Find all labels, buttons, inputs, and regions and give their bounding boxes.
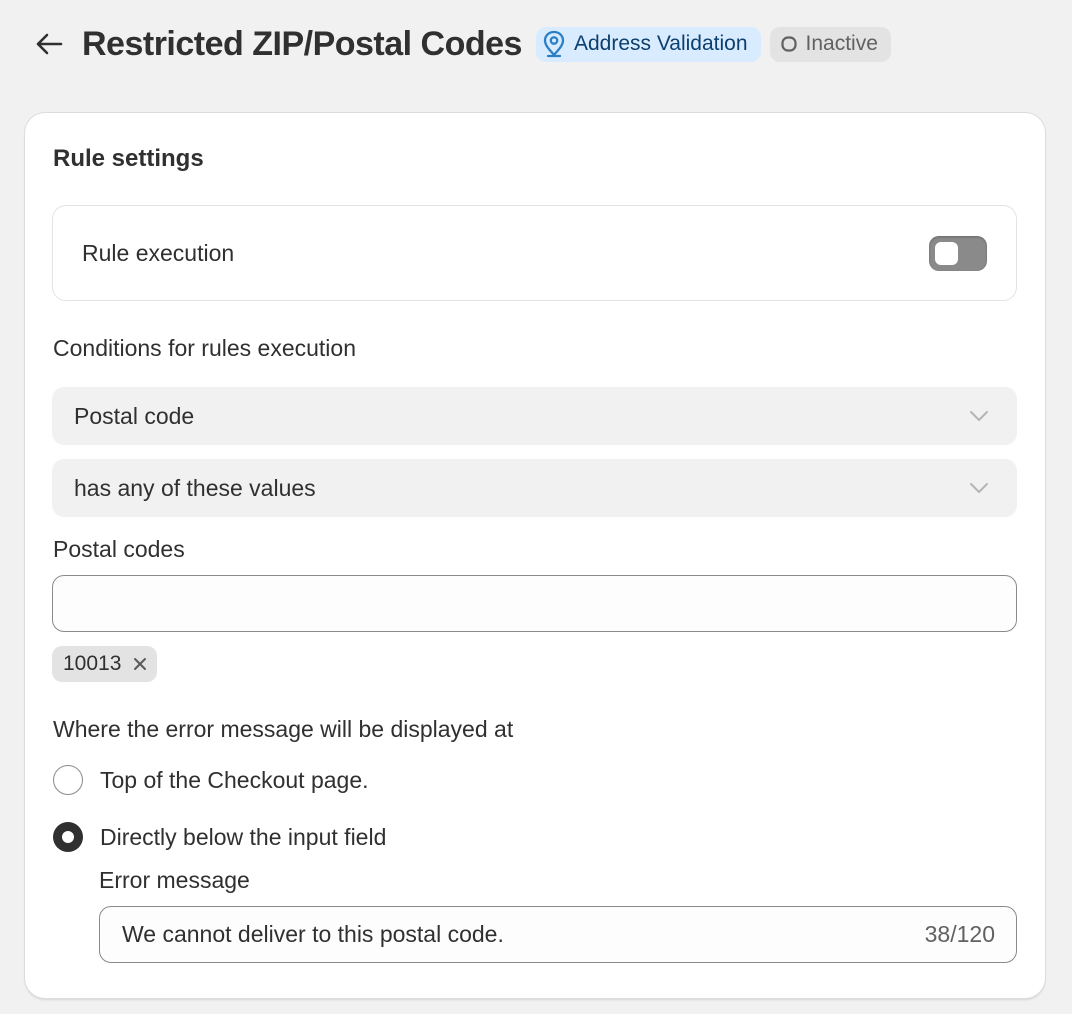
toggle-knob: [935, 241, 958, 265]
rule-execution-toggle[interactable]: [929, 235, 987, 271]
card-title: Rule settings: [53, 145, 204, 172]
radio-label: Top of the Checkout page.: [100, 766, 369, 793]
radio-button[interactable]: [53, 822, 83, 852]
select-value: has any of these values: [74, 474, 316, 501]
location-pin-icon: [542, 30, 566, 58]
error-location-label: Where the error message will be displaye…: [53, 716, 514, 742]
badge-label: Address Validation: [573, 32, 748, 55]
error-message-value: We cannot deliver to this postal code.: [122, 921, 504, 947]
badge-label: Inactive: [805, 32, 878, 55]
rule-execution-label: Rule execution: [82, 239, 235, 266]
tag-remove-button[interactable]: [133, 657, 147, 671]
radio-top-of-checkout[interactable]: Top of the Checkout page.: [53, 765, 369, 795]
radio-label: Directly below the input field: [100, 823, 387, 850]
condition-field-select[interactable]: Postal code: [52, 387, 1017, 445]
select-value: Postal code: [74, 402, 195, 429]
chevron-down-icon: [970, 483, 988, 493]
page-title: Restricted ZIP/Postal Codes: [82, 24, 522, 63]
page-header: Restricted ZIP/Postal Codes Address Vali…: [0, 0, 1072, 88]
postal-code-tag: 10013: [52, 646, 158, 682]
rule-settings-card: Rule settings Rule execution Conditions …: [25, 113, 1045, 998]
character-counter: 38/120: [924, 921, 995, 947]
error-message-label: Error message: [99, 867, 250, 893]
arrow-left-icon: [36, 33, 63, 55]
postal-codes-input[interactable]: [52, 575, 1017, 632]
close-icon: [134, 658, 147, 670]
conditions-label: Conditions for rules execution: [53, 335, 356, 361]
rule-execution-box: Rule execution: [52, 205, 1017, 301]
chevron-down-icon: [970, 411, 988, 421]
address-validation-badge: Address Validation: [535, 26, 761, 62]
circle-outline-icon: [780, 35, 798, 53]
error-message-input[interactable]: We cannot deliver to this postal code. 3…: [99, 906, 1017, 963]
radio-below-input-field[interactable]: Directly below the input field: [53, 822, 386, 852]
condition-operator-select[interactable]: has any of these values: [52, 459, 1017, 517]
radio-button[interactable]: [53, 765, 83, 795]
postal-codes-label: Postal codes: [53, 536, 185, 562]
tag-label: 10013: [63, 652, 122, 675]
back-button[interactable]: [34, 29, 64, 59]
status-badge: Inactive: [769, 26, 891, 62]
